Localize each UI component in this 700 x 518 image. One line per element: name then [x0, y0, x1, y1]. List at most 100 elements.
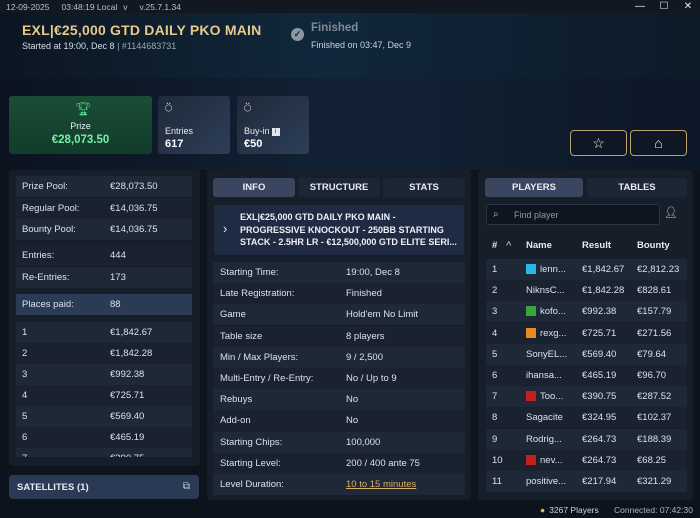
info-value[interactable]: 10 to 15 minutes — [346, 479, 416, 490]
info-row: Min / Max Players: 9 / 2,500 — [213, 346, 465, 368]
pool-value: 88 — [110, 299, 121, 310]
player-name: ihansa... — [526, 370, 562, 381]
player-result: €324.95 — [582, 412, 617, 424]
payout-place: 7 — [22, 453, 27, 457]
user-icon[interactable]: 👤︎ — [664, 206, 678, 219]
favorite-button[interactable]: ☆ — [570, 130, 627, 156]
player-bounty: €96.70 — [637, 370, 667, 381]
info-row: Table size 8 players — [213, 325, 465, 347]
tab-structure[interactable]: STRUCTURE — [298, 178, 380, 197]
satellites-button[interactable]: SATELLITES (1) ⧉ — [9, 475, 199, 499]
player-row[interactable]: 6 ihansa... €465.19 €96.70 — [486, 365, 687, 386]
payout-amount: €725.71 — [110, 390, 145, 401]
minimize-button[interactable]: — — [628, 0, 652, 13]
info-row: Starting Time: 19:00, Dec 8 — [213, 262, 465, 283]
star-icon: ☆ — [592, 135, 605, 151]
payout-amount: €1,842.28 — [110, 348, 153, 359]
search-icon: ⌕ — [493, 209, 499, 220]
payout-row: 5 €569.40 — [16, 406, 192, 427]
player-bounty: €828.61 — [637, 285, 672, 297]
player-bounty: €2,812.23 — [637, 264, 680, 275]
sort-icon[interactable]: ^ — [506, 240, 512, 251]
pool-row: Re-Entries: 173 — [16, 267, 192, 288]
info-row: Add-on No — [213, 410, 465, 432]
prize-card: 🏆︎ Prize €28,073.50 — [9, 96, 152, 154]
pool-label: Regular Pool: — [22, 203, 80, 214]
player-row[interactable]: 8 Sagacite €324.95 €102.37 — [486, 407, 687, 429]
player-icon: ● — [540, 505, 546, 515]
pool-label: Bounty Pool: — [22, 224, 76, 235]
player-bounty: €79.64 — [637, 348, 667, 360]
info-row: Starting Chips: 100,000 — [213, 431, 465, 453]
player-rank: 3 — [492, 306, 498, 318]
player-row[interactable]: 10 nev... €264.73 €68.25 — [486, 449, 687, 471]
tab-stats[interactable]: STATS — [383, 178, 465, 197]
player-bounty: €157.79 — [637, 306, 672, 318]
date-label: 12-09-2025 — [6, 1, 50, 12]
info-value: No — [346, 415, 359, 427]
player-row[interactable]: 7 Too... €390.75 €287.52 — [486, 386, 687, 408]
col-rank[interactable]: # — [492, 240, 497, 251]
player-name: rexg... — [540, 327, 567, 339]
player-result: €725.71 — [582, 327, 617, 339]
info-label: Add-on — [220, 415, 251, 427]
player-row[interactable]: 1 lenn... €1,842.67 €2,812.23 — [486, 259, 687, 280]
player-row[interactable]: 11 positive... €217.94 €321.29 — [486, 471, 687, 492]
player-bounty: €287.52 — [637, 391, 672, 403]
tab-tables[interactable]: TABLES — [587, 178, 687, 197]
info-label: Level Duration: — [220, 479, 284, 490]
pool-value: 444 — [110, 250, 126, 261]
title-bar: 12-09-2025 03:48:19 Local v v.25.7.1.34 … — [0, 0, 700, 13]
players-table-header: # ^ Name Result Bounty — [486, 236, 687, 256]
player-bounty: €271.56 — [637, 327, 672, 339]
pool-label: Re-Entries: — [22, 272, 70, 283]
close-button[interactable]: ✕ — [676, 0, 700, 13]
info-label: Rebuys — [220, 394, 253, 406]
pool-value: 173 — [110, 272, 126, 283]
payout-row: 2 €1,842.28 — [16, 343, 192, 364]
pool-label: Entries: — [22, 250, 55, 261]
chevron-right-icon: › — [223, 221, 228, 236]
info-row: Game Hold'em No Limit — [213, 304, 465, 326]
status-bar: ● 3267 Players Connected: 07:42:30 — [0, 502, 700, 518]
payout-place: 4 — [22, 390, 28, 401]
entries-value: 617 — [165, 138, 184, 150]
player-rank: 10 — [492, 454, 503, 466]
player-row[interactable]: 2 NiknsC... €1,842.28 €828.61 — [486, 280, 687, 302]
payout-amount: €465.19 — [110, 432, 145, 443]
player-rank: 5 — [492, 348, 498, 360]
info-icon[interactable]: i — [271, 128, 280, 136]
player-rank: 7 — [492, 391, 498, 403]
col-bounty[interactable]: Bounty — [637, 240, 670, 251]
col-result[interactable]: Result — [582, 240, 611, 251]
payout-amount: €1,842.67 — [110, 327, 153, 338]
pool-value: €14,036.75 — [110, 224, 158, 235]
info-label: Starting Time: — [220, 267, 279, 278]
pool-label: Prize Pool: — [22, 181, 68, 192]
buyin-label: Buy-in — [244, 126, 270, 136]
payout-row: 3 €992.38 — [16, 364, 192, 385]
tab-players[interactable]: PLAYERS — [485, 178, 583, 197]
payout-amount: €569.40 — [110, 411, 145, 422]
player-row[interactable]: 5 SonyEL... €569.40 €79.64 — [486, 343, 687, 365]
payout-place: 1 — [22, 327, 28, 338]
maximize-button[interactable]: ☐ — [652, 0, 676, 13]
player-rank: 9 — [492, 433, 498, 445]
player-name: SonyEL... — [526, 348, 568, 360]
info-label: Starting Level: — [220, 457, 281, 469]
player-search[interactable]: ⌕ Find player — [486, 204, 660, 225]
prize-value: €28,073.50 — [51, 134, 110, 146]
chip-icon: ⍥ — [244, 101, 252, 115]
info-value: Finished — [346, 288, 382, 300]
player-row[interactable]: 3 kofo... €992.38 €157.79 — [486, 301, 687, 323]
tab-info[interactable]: INFO — [213, 178, 295, 197]
payout-row: 1 €1,842.67 — [16, 322, 192, 343]
lobby-button[interactable]: ⌂ — [630, 130, 687, 156]
player-row[interactable]: 4 rexg... €725.71 €271.56 — [486, 322, 687, 344]
entries-icon: ⍥ — [165, 101, 173, 115]
col-name[interactable]: Name — [526, 240, 552, 251]
chevron-down-icon[interactable]: v — [123, 2, 127, 12]
info-value: 9 / 2,500 — [346, 351, 383, 363]
player-row[interactable]: 9 Rodrig... €264.73 €188.39 — [486, 428, 687, 450]
tournament-name-banner[interactable]: › EXL|€25,000 GTD DAILY PKO MAIN - PROGR… — [214, 205, 464, 255]
